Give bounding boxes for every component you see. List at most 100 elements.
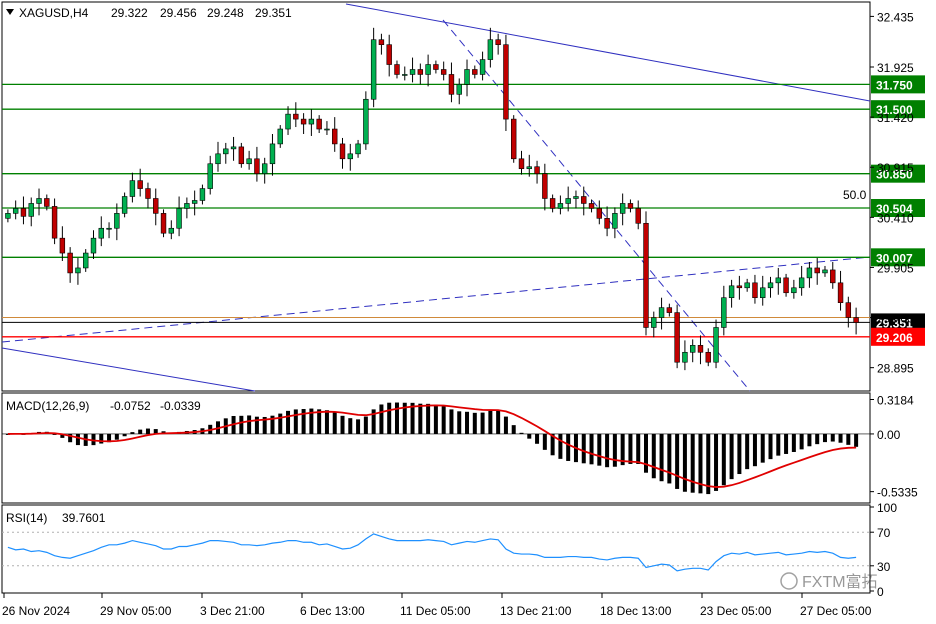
candle-body <box>293 113 299 120</box>
macd-histogram-bar <box>394 402 399 434</box>
macd-histogram-bar <box>830 433 835 442</box>
macd-histogram-bar <box>682 433 687 492</box>
macd-histogram-bar <box>488 410 493 434</box>
candle-body <box>300 118 307 125</box>
candle-body <box>176 208 182 229</box>
candle-body <box>153 198 159 214</box>
macd-histogram-bar <box>114 433 119 440</box>
macd-histogram-bar <box>760 433 765 463</box>
candle-body <box>573 196 579 199</box>
candle-body <box>542 173 548 199</box>
candle-body <box>363 98 369 145</box>
candle-body <box>658 307 665 318</box>
macd-axis-label: -0.5335 <box>877 486 918 500</box>
macd-histogram-bar <box>807 433 812 447</box>
time-axis-label: 26 Nov 2024 <box>2 604 70 618</box>
candle-body <box>472 69 478 75</box>
macd-histogram-bar <box>340 415 345 434</box>
candle-body <box>845 302 852 318</box>
candle-body <box>254 158 260 174</box>
candle-body <box>137 180 143 189</box>
candle-body <box>456 84 462 95</box>
candle-body <box>612 213 618 229</box>
candle-body <box>596 208 603 219</box>
macd-histogram-bar <box>854 433 859 447</box>
candle-body <box>767 282 774 289</box>
price-axis-label: 31.925 <box>877 61 914 75</box>
macd-histogram-bar <box>535 433 540 444</box>
macd-histogram-bar <box>472 412 477 434</box>
macd-label: MACD(12,26,9) <box>6 399 89 413</box>
candle-body <box>651 317 657 328</box>
macd-histogram-bar <box>597 433 602 466</box>
price-axis-label: 30.410 <box>877 211 914 225</box>
macd-histogram-bar <box>480 412 485 434</box>
candle-body <box>184 203 190 209</box>
price-axis-label: 31.420 <box>877 111 914 125</box>
macd-histogram-bar <box>426 403 431 434</box>
macd-histogram-bar <box>286 410 291 434</box>
candle-body <box>59 237 66 254</box>
macd-histogram-bar <box>239 415 244 434</box>
macd-histogram-bar <box>605 433 610 468</box>
candle-body <box>386 44 392 65</box>
candle-body <box>518 158 525 170</box>
candle-body <box>682 351 688 363</box>
candle-body <box>643 222 649 328</box>
rsi-panel <box>1 504 871 594</box>
macd-histogram-bar <box>122 433 127 437</box>
macd-histogram-bar <box>558 433 563 459</box>
candle-body <box>199 188 206 201</box>
time-axis-label: 23 Dec 05:00 <box>700 604 772 618</box>
candle-body <box>324 128 330 131</box>
candle-body <box>261 163 268 174</box>
candle-body <box>12 208 19 214</box>
candle-body <box>269 143 276 165</box>
macd-value: -0.0752 <box>110 399 151 413</box>
macd-histogram-bar <box>511 425 516 434</box>
macd-histogram-bar <box>612 433 617 467</box>
macd-histogram-bar <box>815 433 820 445</box>
macd-histogram-bar <box>465 411 470 434</box>
macd-histogram-bar <box>636 433 641 464</box>
time-axis-label: 11 Dec 05:00 <box>400 604 471 618</box>
macd-histogram-bar <box>332 412 337 434</box>
candle-body <box>588 203 595 209</box>
macd-histogram-bar <box>145 428 150 434</box>
candle-body <box>191 200 198 204</box>
ohlc-high: 29.456 <box>160 6 197 20</box>
macd-histogram-bar <box>651 433 656 479</box>
macd-histogram-bar <box>99 433 104 444</box>
macd-histogram-bar <box>457 411 462 434</box>
candle-body <box>798 277 805 289</box>
macd-histogram-bar <box>363 416 368 434</box>
fib-label: 50.0 <box>843 188 867 202</box>
price-axis-label: 29.905 <box>877 261 914 275</box>
rsi-axis-label: 70 <box>877 526 891 540</box>
candle-body <box>713 327 719 363</box>
macd-histogram-bar <box>293 409 298 434</box>
price-level-tag-text: 31.750 <box>876 78 913 92</box>
macd-histogram-bar <box>721 433 726 486</box>
time-axis-label: 13 Dec 21:00 <box>500 604 572 618</box>
candle-body <box>223 148 229 155</box>
candle-body <box>627 203 634 209</box>
macd-histogram-bar <box>379 404 384 434</box>
candle-body <box>503 44 509 120</box>
candle-body <box>853 317 859 323</box>
macd-histogram-bar <box>247 415 252 434</box>
candle-body <box>75 267 81 274</box>
candle-body <box>495 39 501 45</box>
candle-body <box>814 267 820 274</box>
macd-histogram-bar <box>566 433 571 461</box>
candle-body <box>308 118 315 125</box>
macd-histogram-bar <box>324 410 329 434</box>
candle-body <box>791 287 797 294</box>
candle-body <box>5 213 11 219</box>
candle-body <box>433 64 439 70</box>
candle-body <box>160 213 167 234</box>
macd-histogram-bar <box>838 433 843 443</box>
macd-histogram-bar <box>449 409 454 434</box>
ohlc-open: 29.322 <box>111 6 148 20</box>
candle-body <box>697 345 704 353</box>
